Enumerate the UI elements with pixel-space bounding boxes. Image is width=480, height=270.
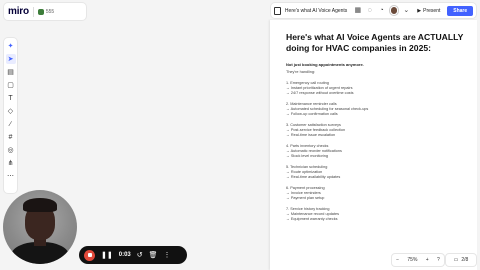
sticky-note-icon[interactable]: ▢ (6, 80, 16, 90)
stop-icon (87, 253, 92, 257)
frame-icon[interactable]: # (6, 132, 16, 142)
board-header: miro 555 (4, 3, 86, 20)
list-line: → Follow-up confirmation calls (286, 112, 338, 116)
avatar[interactable] (389, 6, 399, 15)
stop-recording-button[interactable] (84, 249, 95, 261)
list-item: 1. Emergency call routing → Instant prio… (286, 81, 477, 96)
zoom-level[interactable]: 75% (407, 257, 417, 263)
list-item: 4. Parts inventory checks → Automatic re… (286, 144, 477, 159)
delete-icon[interactable]: 🗑 (149, 252, 158, 259)
list-line: → 24/7 response without overtime costs (286, 91, 354, 95)
mindmap-icon[interactable]: ⋔ (6, 158, 16, 168)
doc-heading: Here's what AI Voice Agents are ACTUALLY… (286, 32, 464, 53)
webcam-bubble[interactable] (3, 190, 77, 264)
shapes-icon[interactable]: ◇ (6, 106, 16, 116)
list-line: → Equipment warranty checks (286, 217, 338, 221)
recording-controls: ❚❚ 0:03 ↺ 🗑 ⋮ (79, 246, 187, 264)
board-icon (37, 8, 44, 15)
list-item: 2. Maintenance reminder calls → Automate… (286, 102, 477, 117)
timer-icon[interactable]: ◔ (378, 7, 386, 14)
list-item: 6. Payment processing → Invoice reminder… (286, 186, 477, 201)
more-icon[interactable]: ⋯ (6, 171, 16, 181)
list-line: → Real-time availability updates (286, 175, 341, 179)
document-topbar: Here's what AI Voice Agents ▦ ◌ ◔ ⌄ ▶ Pr… (271, 3, 476, 18)
list-line: → Stock level monitoring (286, 154, 328, 158)
comment-icon[interactable]: ◎ (6, 145, 16, 155)
ai-sparkle-icon[interactable]: ✦ (6, 41, 16, 51)
chevron-down-icon[interactable]: ⌄ (402, 7, 410, 14)
list-line: → Real-time issue escalation (286, 133, 336, 137)
zoom-in-icon[interactable]: + (426, 257, 429, 263)
grid-icon[interactable]: ▦ (354, 7, 362, 14)
more-icon[interactable]: ⋮ (164, 252, 171, 259)
doc-title[interactable]: Here's what AI Voice Agents (285, 8, 350, 14)
comment-icon[interactable]: ◌ (366, 7, 374, 14)
left-toolbar: ✦ ➤ ▤ ▢ T ◇ ∕ # ◎ ⋔ ⋯ (4, 38, 17, 193)
template-icon[interactable]: ▤ (6, 67, 16, 77)
pen-icon[interactable]: ∕ (6, 119, 16, 129)
board-count: 555 (45, 8, 55, 15)
doc-subheading: Not just booking appointments anymore. (286, 62, 364, 67)
zoom-controls: − 75% + ? (392, 254, 444, 266)
page-count: 2/8 (461, 257, 469, 263)
zoom-out-icon[interactable]: − (396, 257, 399, 263)
restart-icon[interactable]: ↺ (137, 252, 143, 259)
board-badge[interactable]: 555 (37, 8, 55, 15)
presenter-hair (23, 198, 57, 212)
divider (32, 6, 34, 17)
miro-logo[interactable]: miro (8, 6, 29, 17)
pause-icon[interactable]: ❚❚ (101, 252, 113, 259)
doc-intro: They're handling: (286, 70, 316, 74)
document-panel[interactable]: Here's what AI Voice Agents are ACTUALLY… (270, 20, 477, 270)
list-item: 3. Customer satisfaction surveys → Post-… (286, 123, 477, 138)
share-button[interactable]: Share (447, 5, 473, 16)
page-indicator[interactable]: ▭ 2/8 (446, 254, 476, 266)
list-item: 7. Service history tracking → Maintenanc… (286, 207, 477, 222)
select-cursor-icon[interactable]: ➤ (5, 54, 16, 64)
list-line: → Payment plan setup (286, 196, 325, 200)
present-button[interactable]: ▶ Present (414, 6, 443, 16)
list-item: 5. Technician scheduling → Route optimiz… (286, 165, 477, 180)
play-icon: ▶ (417, 7, 422, 14)
text-icon[interactable]: T (6, 93, 16, 103)
help-icon[interactable]: ? (437, 257, 440, 263)
doc-icon (274, 6, 281, 15)
pages-icon: ▭ (453, 257, 459, 263)
present-label: Present (423, 7, 441, 14)
recording-timer: 0:03 (118, 252, 131, 258)
